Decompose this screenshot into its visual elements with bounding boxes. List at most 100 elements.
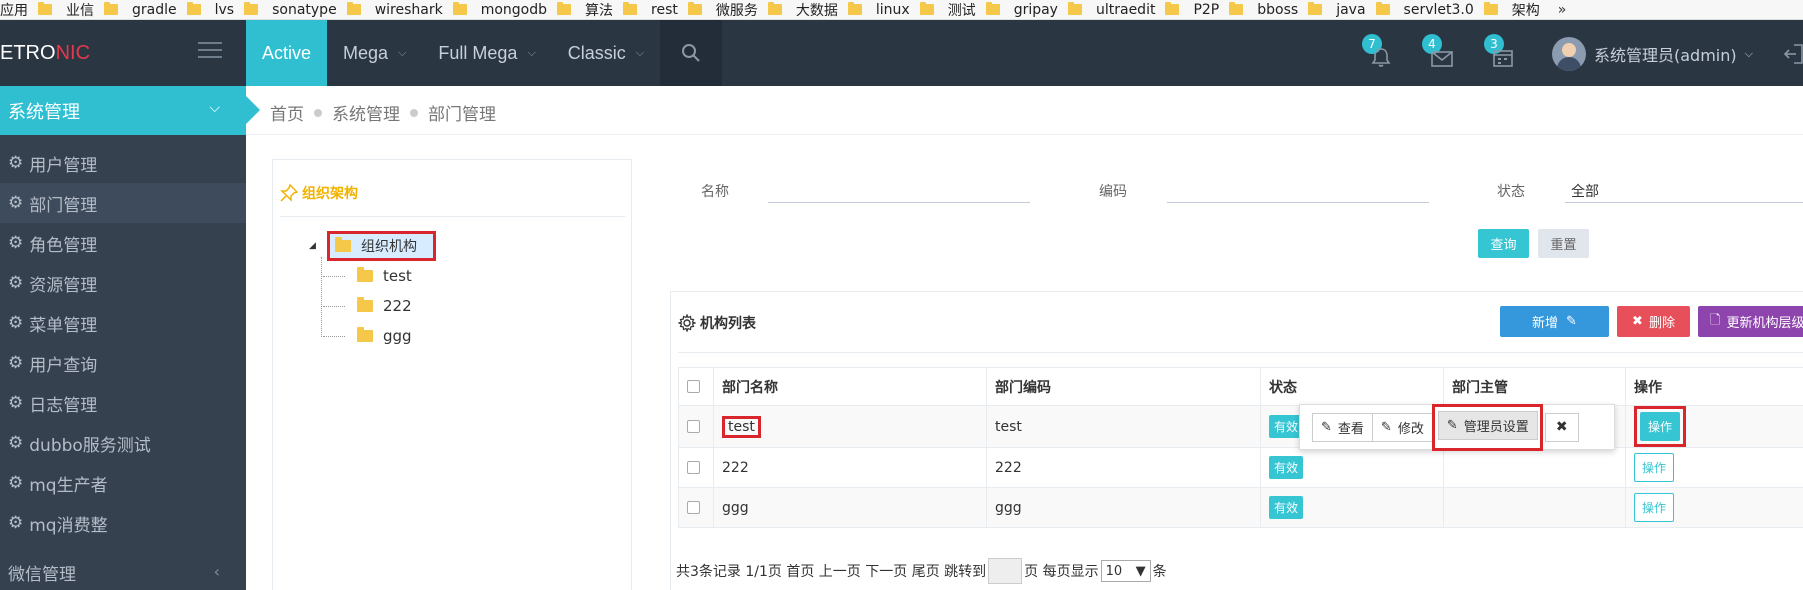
bookmark-item[interactable]: 业信 <box>38 0 94 19</box>
breadcrumb-home[interactable]: 首页 <box>270 100 304 125</box>
status-select[interactable]: 全部 <box>1571 181 1599 201</box>
row-checkbox[interactable] <box>687 420 700 433</box>
status-badge: 有效 <box>1269 415 1304 438</box>
status-label: 状态 <box>1497 184 1525 200</box>
search-button[interactable] <box>660 20 723 86</box>
tree-node[interactable]: 222 <box>323 297 412 315</box>
admin-settings-button[interactable]: ✎ 管理员设置 <box>1437 410 1538 440</box>
bookmark-item[interactable]: 算法 <box>557 0 613 19</box>
row-action-button[interactable]: 操作 <box>1634 493 1675 522</box>
tree-root-node[interactable]: ◢ 组织机构 <box>309 231 436 261</box>
bookmark-item[interactable]: wireshark <box>346 2 443 18</box>
bookmark-item[interactable]: bboss <box>1229 2 1298 18</box>
reset-button[interactable]: 重置 <box>1538 229 1589 258</box>
folder-icon <box>1375 2 1390 15</box>
bookmark-item[interactable]: servlet3.0 <box>1375 2 1474 18</box>
bookmark-item[interactable]: gradle <box>104 2 177 18</box>
sidebar-item-menu-management[interactable]: ⚙ 菜单管理 <box>0 303 246 343</box>
gear-icon: ⚙ <box>8 153 24 173</box>
notifications-button[interactable]: 7 <box>1356 34 1400 74</box>
pagination-unit: 条 <box>1152 564 1167 580</box>
breadcrumb-current: 部门管理 <box>428 105 496 125</box>
sidebar-item-user-query[interactable]: ⚙ 用户查询 <box>0 343 246 383</box>
breadcrumb-system[interactable]: 系统管理 <box>332 100 400 125</box>
sidebar-section-system[interactable]: 系统管理 ⌵ <box>0 86 260 135</box>
calendar-button[interactable]: 3 <box>1478 34 1522 74</box>
user-menu[interactable]: 系统管理员(admin) ⌵ <box>1552 37 1753 71</box>
update-hierarchy-button[interactable]: 🗋更新机构层级关系 <box>1698 306 1803 337</box>
bookmark-item[interactable]: 架构 <box>1483 0 1540 19</box>
select-all-checkbox[interactable] <box>687 380 700 393</box>
bookmark-item[interactable]: 测试 <box>919 0 976 19</box>
edit-button[interactable]: ✎ 修改 <box>1371 412 1433 442</box>
tree-node[interactable]: ggg <box>323 327 412 345</box>
sidebar-item-department-management[interactable]: ⚙ 部门管理 <box>0 183 246 223</box>
name-field[interactable] <box>768 202 1030 203</box>
column-header[interactable]: 状态 <box>1260 367 1444 406</box>
sidebar-item-role-management[interactable]: ⚙ 角色管理 <box>0 223 246 263</box>
bookmark-item[interactable]: gripay <box>985 2 1058 18</box>
column-header[interactable]: 部门主管 <box>1443 367 1626 406</box>
menu-toggle-icon[interactable] <box>198 42 222 60</box>
delete-button[interactable]: ✖ 删除 <box>1617 306 1690 337</box>
avatar <box>1552 37 1586 71</box>
bell-icon <box>1371 48 1391 67</box>
view-button[interactable]: ✎ 查看 <box>1312 412 1373 442</box>
bookmark-item[interactable]: P2P <box>1165 2 1219 18</box>
inbox-button[interactable]: 4 <box>1416 34 1460 74</box>
folder-icon <box>244 2 259 15</box>
bookmark-item[interactable]: ultraedit <box>1067 2 1155 18</box>
column-header: 操作 <box>1625 367 1803 406</box>
close-icon[interactable]: ✖ <box>1544 412 1579 442</box>
page-jump-input[interactable] <box>988 558 1023 584</box>
query-button[interactable]: 查询 <box>1478 229 1529 258</box>
folder-icon <box>1067 2 1082 15</box>
bookmark-item[interactable]: 应用 <box>0 0 28 19</box>
sidebar-item-mq-producer[interactable]: ⚙ mq生产者 <box>0 463 246 503</box>
bookmark-item[interactable]: linux <box>847 2 910 18</box>
bookmark-item[interactable]: 微服务 <box>687 0 758 19</box>
sidebar-item-resource-management[interactable]: ⚙ 资源管理 <box>0 263 246 303</box>
tree-node[interactable]: test <box>323 267 412 285</box>
sidebar-item-wechat-management[interactable]: 微信管理 ‹ <box>0 554 246 590</box>
logout-icon[interactable] <box>1784 42 1803 66</box>
gear-icon: ⚙ <box>8 313 24 333</box>
sidebar-item-mq-consumer[interactable]: ⚙ mq消费整 <box>0 503 246 543</box>
chevron-left-icon: ‹ <box>213 562 220 581</box>
tree-root-label[interactable]: 组织机构 <box>327 231 436 261</box>
bookmark-item[interactable]: mongodb <box>452 2 547 18</box>
row-checkbox[interactable] <box>687 501 700 514</box>
tree-collapse-icon[interactable]: ◢ <box>309 241 319 251</box>
bookmarks-more-button[interactable]: » <box>1558 2 1567 18</box>
code-field[interactable] <box>1167 202 1429 203</box>
row-action-button[interactable]: 操作 <box>1634 453 1675 482</box>
bookmark-item[interactable]: lvs <box>186 2 234 18</box>
add-button[interactable]: 新增 ✎ <box>1500 306 1609 337</box>
nav-classic[interactable]: Classic ⌵ <box>552 20 660 86</box>
bookmark-item[interactable]: sonatype <box>244 2 337 18</box>
nav-mega[interactable]: Mega ⌵ <box>327 20 422 86</box>
chevron-down-icon: ⌵ <box>635 46 645 59</box>
column-header[interactable]: 部门名称 <box>713 367 987 406</box>
mega-nav: Active Mega ⌵ Full Mega ⌵ Classic ⌵ <box>246 20 723 86</box>
table-row: test test 有效 操作 <box>678 405 1803 448</box>
nav-active[interactable]: Active <box>246 20 328 86</box>
column-header[interactable]: 部门编码 <box>986 367 1261 406</box>
chevron-down-icon: ⌵ <box>398 46 407 59</box>
department-name: ggg <box>713 487 987 528</box>
sidebar-item-dubbo-test[interactable]: ⚙ dubbo服务测试 <box>0 423 246 463</box>
page-size-select[interactable]: 10 ▼ <box>1100 560 1151 582</box>
breadcrumb-separator <box>410 108 418 117</box>
top-header: ETRO NIC Active Mega ⌵ Full Mega ⌵ Classic ⌵… <box>0 20 1803 86</box>
row-checkbox[interactable] <box>687 461 700 474</box>
bookmark-item[interactable]: java <box>1308 2 1366 18</box>
sidebar-item-user-management[interactable]: ⚙ 用户管理 <box>0 143 246 183</box>
bookmark-item[interactable]: 大数据 <box>767 0 838 19</box>
sidebar-item-log-management[interactable]: ⚙ 日志管理 <box>0 383 246 423</box>
nav-full-mega[interactable]: Full Mega ⌵ <box>422 20 551 86</box>
bookmark-item[interactable]: rest <box>623 2 678 18</box>
sidebar-section-label: 系统管理 <box>8 101 80 123</box>
pagination-summary[interactable]: 共3条记录 1/1页 首页 上一页 下一页 尾页 跳转到 <box>676 561 986 581</box>
pencil-icon: ✎ <box>1446 417 1458 433</box>
row-action-button[interactable]: 操作 <box>1640 412 1681 441</box>
